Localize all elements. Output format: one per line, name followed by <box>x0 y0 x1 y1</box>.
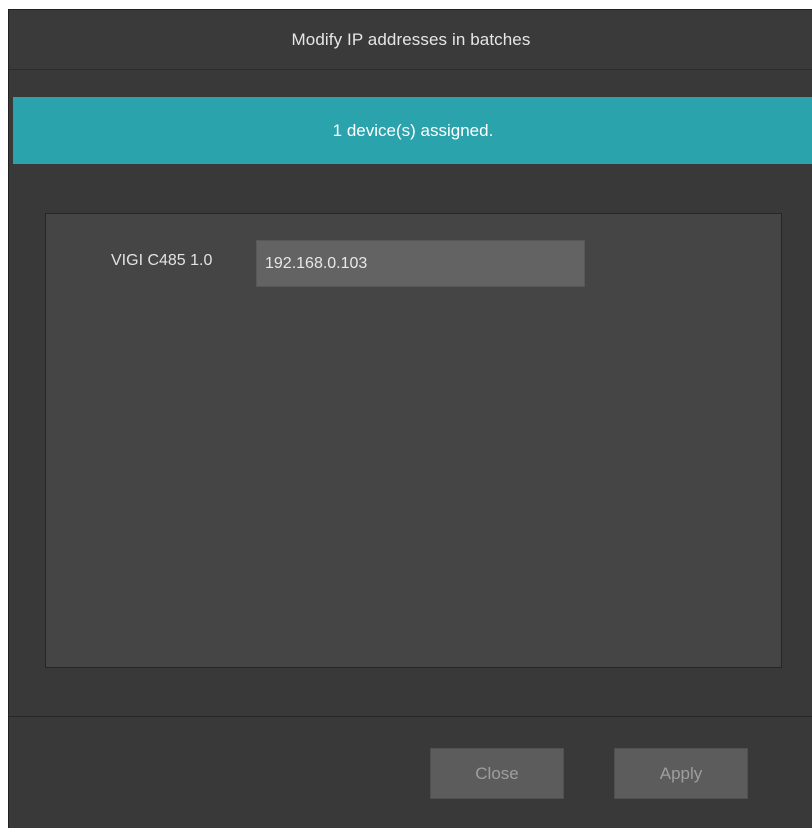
dialog-titlebar: Modify IP addresses in batches <box>9 10 812 70</box>
dialog-title: Modify IP addresses in batches <box>291 29 531 49</box>
banner-message: 1 device(s) assigned. <box>332 120 494 140</box>
ip-address-input[interactable] <box>256 240 585 287</box>
apply-button[interactable]: Apply <box>614 748 748 799</box>
footer-divider <box>9 716 812 717</box>
close-button[interactable]: Close <box>430 748 564 799</box>
modify-ip-dialog: Modify IP addresses in batches 1 device(… <box>8 9 812 828</box>
device-model-label: VIGI C485 1.0 <box>111 252 213 269</box>
assigned-banner: 1 device(s) assigned. <box>13 97 812 164</box>
